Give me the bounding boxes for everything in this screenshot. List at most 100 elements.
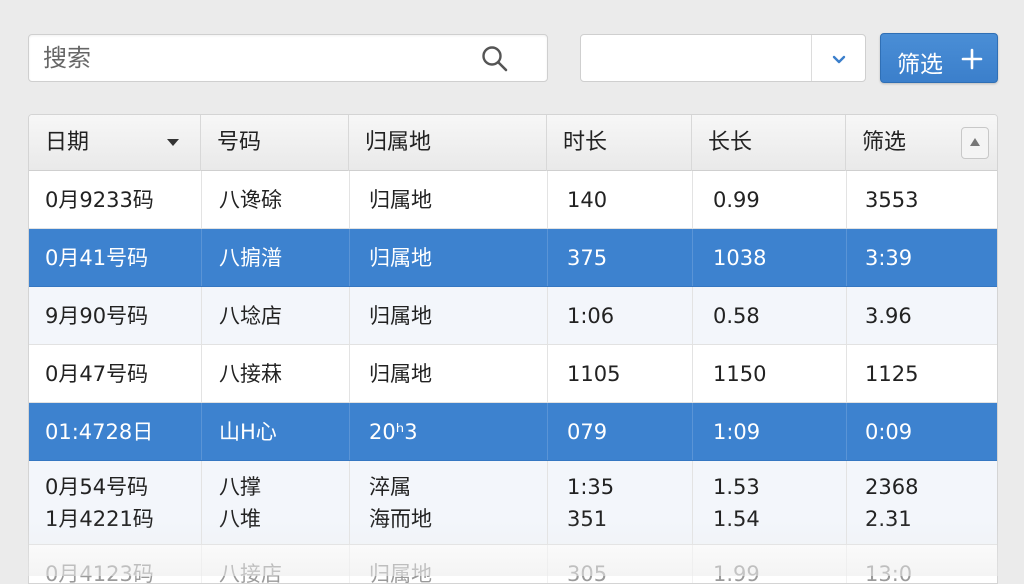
plus-icon (961, 48, 983, 70)
chevron-down-icon[interactable] (829, 49, 849, 69)
column-header-location[interactable]: 归属地 (349, 115, 547, 171)
table-cell: 3553 (865, 188, 919, 212)
column-divider (846, 403, 847, 460)
column-header-label: 号码 (217, 130, 262, 155)
table-row[interactable]: 9月90号码 八埝店 归属地 1:06 0.58 3.96 (29, 287, 997, 345)
table-cell: 3:39 (865, 246, 913, 270)
table-cell: 归属地 (369, 562, 432, 584)
table-cell: 八谗硢 (219, 188, 282, 212)
search-icon[interactable] (481, 45, 509, 73)
table-cell: 1038 (713, 246, 767, 270)
table-cell: 0月9233码 (45, 188, 154, 212)
table-cell: 归属地 (369, 304, 432, 328)
column-header-label: 归属地 (365, 130, 432, 155)
table-row[interactable]: 0月41号码 八掮潽 归属地 375 1038 3:39 (29, 229, 997, 287)
scroll-up-button[interactable] (961, 127, 989, 159)
table-cell: 13:0 (865, 562, 913, 584)
search-box[interactable] (28, 34, 548, 82)
table-cell: 3.96 (865, 304, 912, 328)
table-row[interactable]: 01:4728日 山H心 20ʰ3 079 1:09 0:09 (29, 403, 997, 461)
table-cell: 八堆 (219, 507, 261, 531)
column-divider (349, 545, 350, 583)
table-cell: 0月4123码 (45, 562, 154, 584)
column-header-label: 筛选 (862, 130, 907, 155)
column-header-date[interactable]: 日期 (29, 115, 201, 171)
column-header-label: 时长 (563, 130, 608, 155)
column-divider (692, 545, 693, 583)
table-row[interactable]: 0月9233码 八谗硢 归属地 140 0.99 3553 (29, 171, 997, 229)
table-row[interactable]: 0月47号码 八接菻 归属地 1105 1150 1125 (29, 345, 997, 403)
table-cell: 淬属 (369, 475, 411, 499)
table-row[interactable]: 0月54号码 八撑 淬属 1:35 1.53 2368 1月4221码 八堆 海而地 351 1.5… (29, 461, 997, 545)
call-records-table: 日期 号码 归属地 时长 长长 筛选 0月9233码 八谗硢 归属地 140 0.99 3… (28, 114, 998, 584)
table-cell: 归属地 (369, 362, 432, 386)
column-divider (201, 403, 202, 460)
column-divider (692, 403, 693, 460)
arrow-up-icon (970, 138, 980, 146)
filter-add-button[interactable]: 筛选 (880, 33, 998, 83)
table-cell: 0.58 (713, 304, 760, 328)
column-divider (201, 545, 202, 583)
column-divider (692, 461, 693, 544)
table-cell: 1.53 (713, 475, 760, 499)
column-header-duration[interactable]: 时长 (547, 115, 692, 171)
table-cell: 八掮潽 (219, 246, 282, 270)
column-divider (846, 287, 847, 344)
table-cell: 9月90号码 (45, 304, 149, 328)
select-divider (811, 35, 812, 81)
column-divider (692, 345, 693, 402)
column-divider (547, 545, 548, 583)
column-divider (349, 461, 350, 544)
table-cell: 海而地 (369, 507, 432, 531)
column-header-label: 长长 (708, 130, 753, 155)
table-cell: 20ʰ3 (369, 420, 418, 444)
column-divider (349, 171, 350, 228)
sort-down-icon[interactable] (167, 139, 179, 147)
table-cell: 1.54 (713, 507, 760, 531)
table-cell: 1.99 (713, 562, 760, 584)
table-cell: 0.99 (713, 188, 760, 212)
table-cell: 375 (567, 246, 608, 270)
column-divider (846, 461, 847, 544)
table-cell: 八接菻 (219, 362, 282, 386)
column-divider (349, 403, 350, 460)
column-divider (846, 171, 847, 228)
toolbar: 筛选 (0, 0, 1024, 100)
column-divider (201, 461, 202, 544)
column-divider (846, 229, 847, 286)
table-cell: 079 (567, 420, 608, 444)
table-cell: 1:09 (713, 420, 761, 444)
column-divider (349, 229, 350, 286)
table-cell: 305 (567, 562, 608, 584)
filter-button-label: 筛选 (897, 52, 943, 78)
table-cell: 1125 (865, 362, 919, 386)
column-divider (547, 345, 548, 402)
table-cell: 1:35 (567, 475, 615, 499)
table-cell: 八撑 (219, 475, 261, 499)
table-cell: 01:4728日 (45, 420, 154, 444)
table-cell: 1105 (567, 362, 621, 386)
table-cell: 八埝店 (219, 304, 282, 328)
column-divider (547, 287, 548, 344)
table-cell: 351 (567, 507, 608, 531)
column-divider (201, 171, 202, 228)
table-cell: 山H心 (219, 420, 277, 444)
table-cell: 归属地 (369, 246, 432, 270)
table-row[interactable]: 0月4123码 八接店 归属地 305 1.99 13:0 (29, 545, 997, 584)
column-divider (349, 287, 350, 344)
column-divider (547, 171, 548, 228)
column-divider (349, 345, 350, 402)
filter-select[interactable] (580, 34, 866, 82)
column-divider (547, 403, 548, 460)
table-cell: 1:06 (567, 304, 615, 328)
table-cell: 0:09 (865, 420, 913, 444)
table-cell: 八接店 (219, 562, 282, 584)
column-header-number[interactable]: 号码 (201, 115, 349, 171)
column-divider (201, 287, 202, 344)
column-header-filter[interactable]: 筛选 (846, 115, 946, 171)
search-input[interactable] (43, 41, 483, 75)
column-header-length[interactable]: 长长 (692, 115, 846, 171)
column-divider (201, 345, 202, 402)
table-cell: 0月54号码 (45, 475, 149, 499)
column-divider (547, 461, 548, 544)
